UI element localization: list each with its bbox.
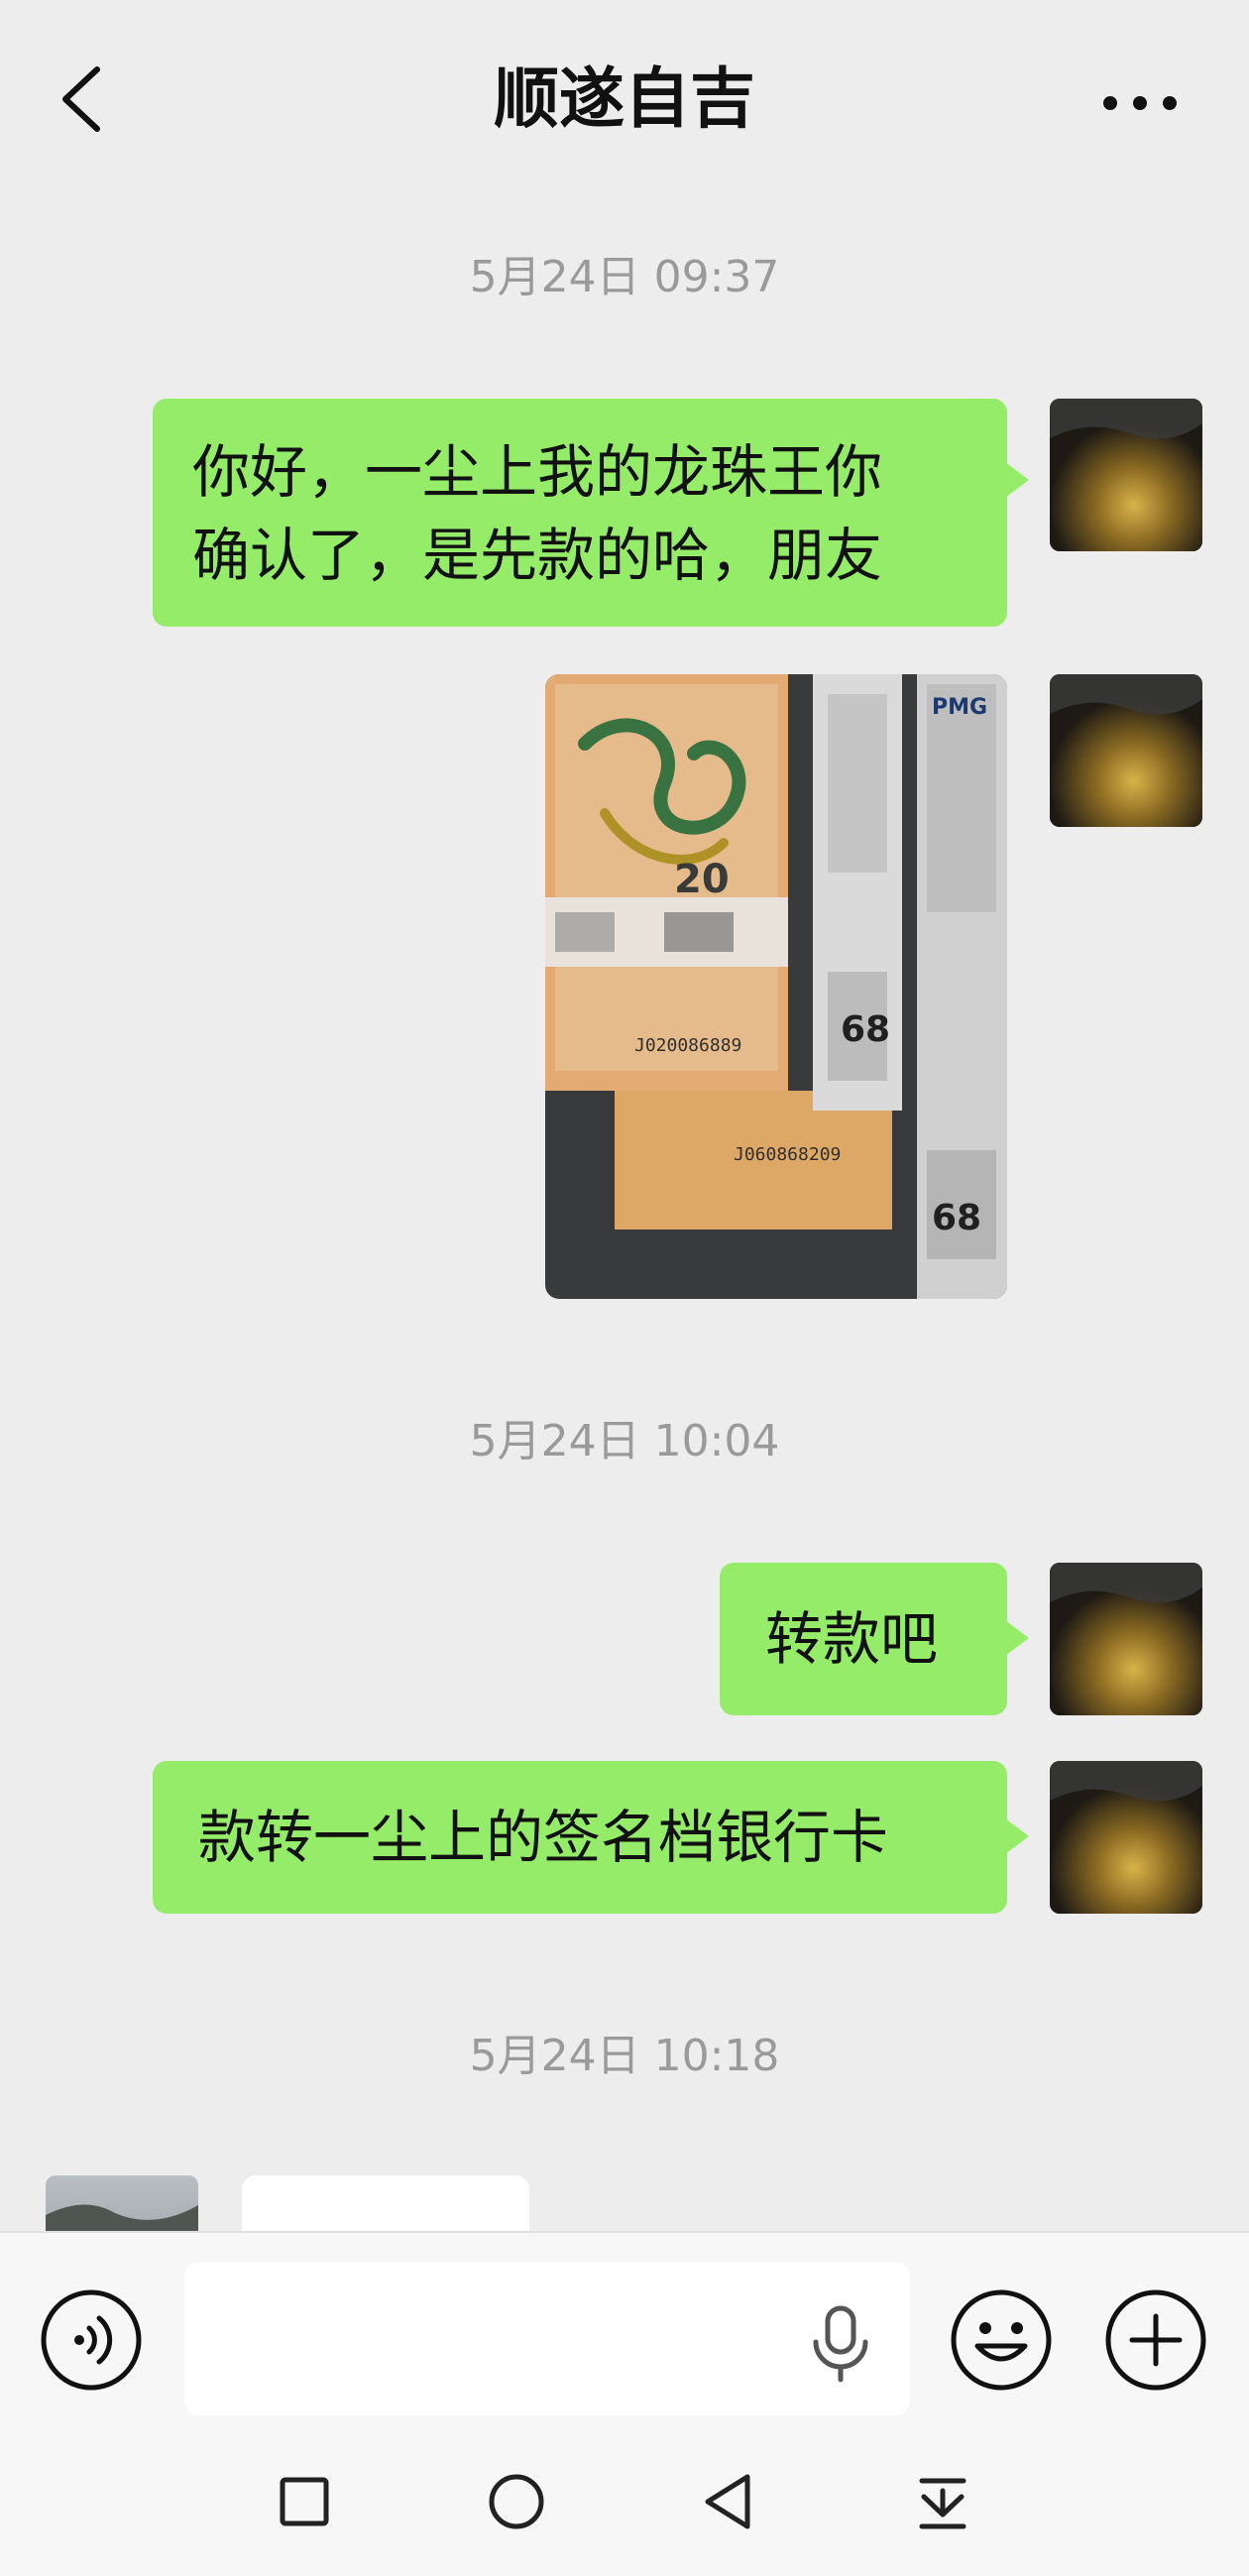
timestamp: 5月24日 10:04 xyxy=(469,1416,780,1466)
chat-screen: 顺遂自吉 5月24日 09:37 你好，一尘上我的龙珠王你 确认了，是先款的哈，… xyxy=(0,0,1249,2576)
more-options-button[interactable] xyxy=(1095,69,1185,129)
sent-message-bubble[interactable]: 款转一尘上的签名档银行卡 xyxy=(153,1761,1029,1914)
avatar-image xyxy=(1050,674,1202,827)
message-text-line: 款转一尘上的签名档银行卡 xyxy=(198,1804,889,1871)
timestamp: 5月24日 09:37 xyxy=(469,252,780,302)
home-button[interactable] xyxy=(472,2457,561,2546)
hide-keyboard-button[interactable] xyxy=(898,2457,987,2546)
avatar[interactable] xyxy=(1050,674,1202,827)
back-nav-button[interactable] xyxy=(684,2457,773,2546)
avatar[interactable] xyxy=(1050,1563,1202,1715)
emoji-icon xyxy=(951,2289,1052,2391)
chat-header: 顺遂自吉 xyxy=(0,0,1249,194)
circle-icon xyxy=(489,2474,544,2529)
message-input-bar xyxy=(0,2231,1249,2431)
plus-icon xyxy=(1105,2289,1206,2391)
system-navigation-bar xyxy=(0,2429,1249,2576)
square-icon xyxy=(280,2477,329,2526)
emoji-button[interactable] xyxy=(950,2288,1053,2392)
sent-image-message[interactable]: 20 J020086889 J060868209 68 PMG 68 xyxy=(545,674,1007,1299)
sent-message-bubble[interactable]: 转款吧 xyxy=(720,1563,1029,1715)
avatar-image xyxy=(1050,399,1202,551)
message-text-line: 转款吧 xyxy=(765,1605,939,1673)
avatar-image xyxy=(1050,1563,1202,1715)
down-arrow-icon xyxy=(919,2478,966,2529)
banknote-photo: 20 J020086889 J060868209 68 PMG 68 xyxy=(545,674,1007,1299)
microphone-icon xyxy=(813,2305,868,2383)
timestamp: 5月24日 10:18 xyxy=(469,2031,780,2081)
voice-icon xyxy=(41,2289,142,2391)
sent-message-bubble[interactable]: 你好，一尘上我的龙珠王你 确认了，是先款的哈，朋友 xyxy=(153,399,1029,627)
back-triangle-icon xyxy=(705,2474,750,2529)
message-list[interactable]: 5月24日 09:37 你好，一尘上我的龙珠王你 确认了，是先款的哈，朋友 20… xyxy=(0,194,1249,2231)
avatar[interactable] xyxy=(1050,399,1202,551)
more-actions-button[interactable] xyxy=(1104,2288,1207,2392)
recents-button[interactable] xyxy=(260,2457,349,2546)
avatar[interactable] xyxy=(1050,1761,1202,1914)
mic-button[interactable] xyxy=(808,2304,873,2384)
avatar-image xyxy=(46,2175,198,2231)
message-input[interactable] xyxy=(184,2263,910,2415)
avatar-image xyxy=(1050,1761,1202,1914)
message-text-line: 你好，一尘上我的龙珠王你 xyxy=(192,438,883,506)
message-text-line: 确认了，是先款的哈，朋友 xyxy=(192,522,883,589)
more-dots-icon xyxy=(1103,96,1177,110)
received-message-bubble[interactable] xyxy=(242,2175,529,2231)
voice-toggle-button[interactable] xyxy=(40,2288,143,2392)
chat-title: 顺遂自吉 xyxy=(494,60,755,137)
peer-avatar[interactable] xyxy=(46,2175,198,2231)
